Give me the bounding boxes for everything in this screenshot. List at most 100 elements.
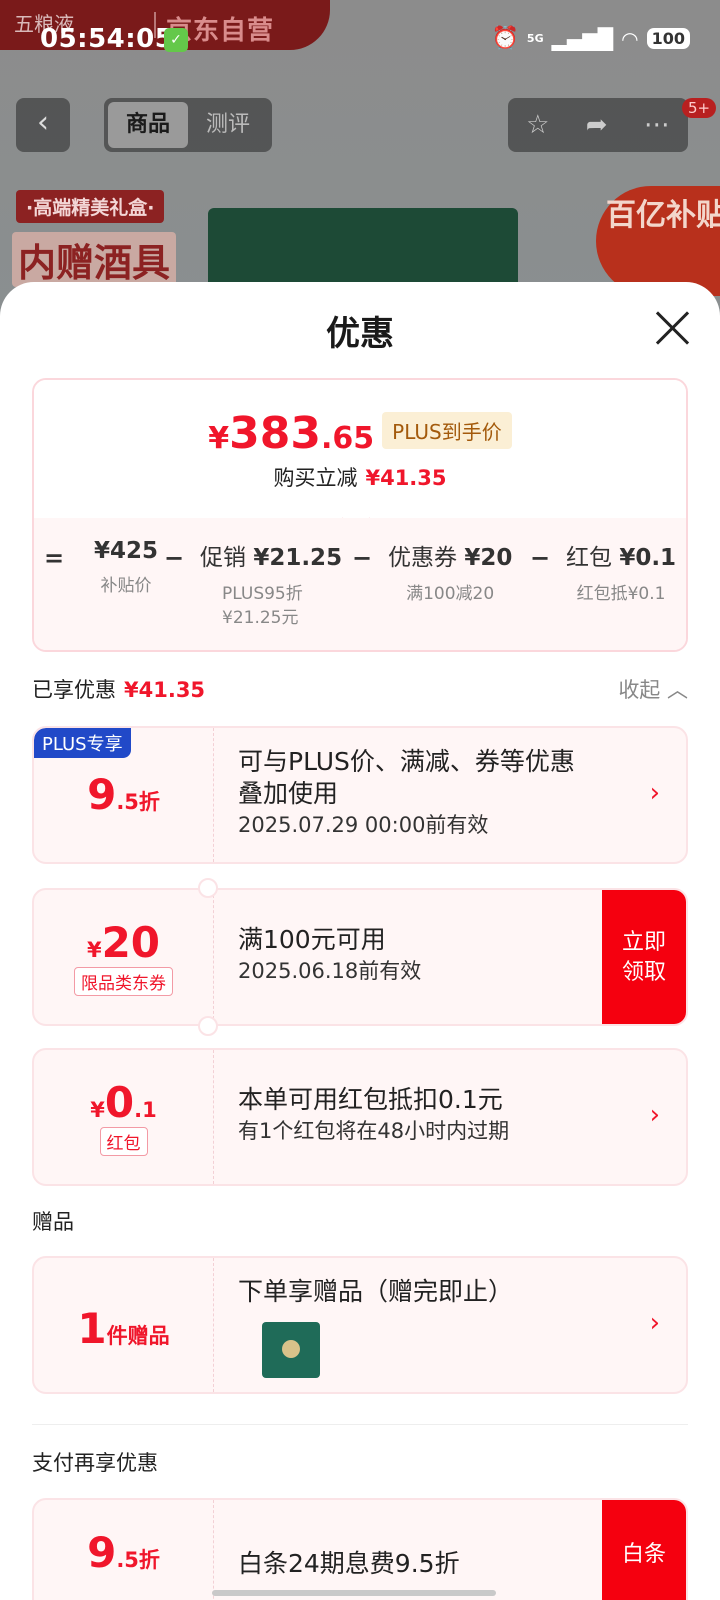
promotion-detail: PLUS95折 [222, 584, 303, 604]
gift-left: 1件赠品 [34, 1258, 214, 1392]
coupon-value: ¥20 [464, 545, 513, 571]
coupon-left: ¥20 限品类东券 [34, 890, 214, 1024]
shield-icon: ✓ [164, 28, 188, 52]
chevron-right-icon: › [649, 1100, 660, 1130]
subsidy-price-label: 补贴价 [100, 576, 152, 596]
final-price-row: ¥383.65 PLUS到手价 [34, 408, 686, 459]
plus-desc-line2: 叠加使用 [238, 779, 339, 808]
gift-count-unit: 件赠品 [106, 1324, 170, 1348]
gift-card[interactable]: 1件赠品 下单享赠品（赠完即止） › [32, 1256, 688, 1394]
tab-product[interactable]: 商品 [108, 102, 188, 148]
red-packet-big: 0 [104, 1078, 135, 1127]
collapse-label: 收起 [618, 678, 661, 702]
coupon-big: 20 [101, 918, 161, 967]
baitiao-button-label: 白条 [621, 1542, 666, 1567]
status-icons: ⏰ 5G ▂▄▆█ ◠ 100 [492, 26, 690, 51]
red-packet-amount: ¥0.1 [34, 1050, 213, 1127]
gift-bag-image [262, 1322, 320, 1378]
collapse-button[interactable]: 收起 ︿ [618, 674, 688, 704]
subsidy-price-value: ¥425 [93, 538, 158, 564]
coupon-label: 优惠券 [388, 545, 457, 571]
more-icon[interactable]: ⋯ [644, 110, 670, 140]
calc-promotion: 促销 ¥21.25 PLUS95折 ¥21.25元 [200, 538, 342, 630]
subsidy-badge: 百亿补贴 [596, 186, 720, 296]
close-icon[interactable] [652, 308, 692, 348]
share-icon[interactable]: ➦ [586, 110, 608, 140]
coupon-amount: ¥20 [34, 890, 213, 967]
status-bar: 05:54:05 ✓ ⏰ 5G ▂▄▆█ ◠ 100 [0, 20, 720, 60]
price-summary-card: ¥383.65 PLUS到手价 购买立减 ¥41.35 = ¥425 补贴价 − … [32, 378, 688, 652]
gift-desc: 下单享赠品（赠完即止） [238, 1277, 514, 1306]
red-packet-card[interactable]: ¥0.1 红包 本单可用红包抵扣0.1元 有1个红包将在48小时内过期 › [32, 1048, 688, 1186]
plus-price-tag: PLUS到手价 [382, 412, 512, 449]
promotion-detail-amount: ¥21.25元 [222, 608, 299, 628]
network-label: 5G [526, 32, 544, 45]
enjoyed-discount-header: 已享优惠 ¥41.35 收起 ︿ [32, 674, 688, 704]
discount-small: .5折 [116, 1548, 160, 1572]
currency-symbol: ¥ [208, 421, 230, 456]
calc-red-packet: 红包 ¥0.1 红包抵¥0.1 [566, 538, 676, 606]
claim-label-line2: 领取 [621, 960, 666, 985]
discount-big: 9 [87, 1528, 117, 1577]
price-decimal: .65 [321, 421, 375, 456]
baitiao-button[interactable]: 白条 [602, 1500, 686, 1600]
pay-section-label: 支付再享优惠 [32, 1424, 688, 1477]
chevron-right-icon: › [649, 1308, 660, 1338]
promotion-value: ¥21.25 [253, 545, 343, 571]
chevron-left-icon: ‹ [37, 105, 49, 140]
red-packet-label: 红包 [566, 545, 612, 571]
gift-headline: 内赠酒具 [12, 232, 177, 287]
tab-reviews[interactable]: 测评 [188, 102, 268, 148]
discount-big: 9 [87, 770, 117, 819]
currency-symbol: ¥ [90, 1098, 105, 1122]
minus-sign: − [352, 544, 373, 572]
gift-count: 1件赠品 [34, 1258, 213, 1353]
back-button[interactable]: ‹ [16, 98, 70, 152]
red-packet-detail: 本单可用红包抵扣0.1元 有1个红包将在48小时内过期 [238, 1050, 686, 1184]
reduction-amount: ¥41.35 [365, 466, 447, 490]
red-packet-value: ¥0.1 [619, 545, 677, 571]
red-packet-small: .1 [134, 1098, 157, 1122]
coupon-punch-bottom [198, 1016, 218, 1036]
gift-count-number: 1 [77, 1304, 107, 1353]
coupon-detail: 满100减20 [406, 584, 495, 604]
baitiao-card[interactable]: 9.5折 白条24期息费9.5折 白条 [32, 1498, 688, 1600]
equals-sign: = [44, 544, 65, 572]
plus-discount-card[interactable]: PLUS专享 9.5折 可与PLUS价、满减、券等优惠 叠加使用 2025.07… [32, 726, 688, 864]
plus-exclusive-badge: PLUS专享 [34, 728, 131, 758]
coupon-punch-top [198, 878, 218, 898]
chevron-right-icon: › [649, 778, 660, 808]
calc-coupon: 优惠券 ¥20 满100减20 [388, 538, 512, 606]
price-summary-top: ¥383.65 PLUS到手价 购买立减 ¥41.35 [34, 380, 686, 518]
battery-level: 100 [646, 28, 690, 49]
final-price: ¥383.65 [208, 408, 374, 459]
minus-sign: − [164, 544, 185, 572]
red-packet-left: ¥0.1 红包 [34, 1050, 214, 1184]
star-icon[interactable]: ☆ [526, 110, 549, 140]
wifi-icon: ◠ [621, 26, 639, 51]
enjoyed-amount: ¥41.35 [124, 678, 206, 702]
page-tabs: 商品 测评 [104, 98, 272, 152]
baitiao-left: 9.5折 [34, 1500, 214, 1600]
coupon-card: ¥20 限品类东券 满100元可用 2025.06.18前有效 立即 领取 [32, 888, 688, 1026]
sheet-title: 优惠 [326, 314, 394, 354]
red-packet-detail: 红包抵¥0.1 [576, 584, 666, 604]
home-indicator[interactable] [212, 1590, 496, 1596]
red-packet-tag: 红包 [99, 1127, 148, 1156]
clock: 05:54:05 [40, 24, 174, 54]
minus-sign: − [530, 544, 551, 572]
header-actions: ☆ ➦ ⋯ [508, 98, 688, 152]
red-packet-desc: 本单可用红包抵扣0.1元 [238, 1085, 503, 1114]
price-breakdown: = ¥425 补贴价 − 促销 ¥21.25 PLUS95折 ¥21.25元 − … [34, 518, 686, 650]
reduction-label: 购买立减 [273, 466, 358, 490]
alarm-icon: ⏰ [491, 26, 519, 51]
plus-valid-until: 2025.07.29 00:00前有效 [238, 813, 489, 837]
discount-sheet: 优惠 ¥383.65 PLUS到手价 购买立减 ¥41.35 = ¥425 补贴价 [0, 282, 720, 1600]
gift-box-tag: ·高端精美礼盒· [16, 190, 165, 223]
claim-coupon-button[interactable]: 立即 领取 [602, 890, 686, 1024]
message-badge: 5+ [682, 98, 717, 118]
calc-subsidy-price: ¥425 补贴价 [80, 538, 172, 598]
signal-icon: ▂▄▆█ [551, 26, 614, 51]
plus-discount-left: PLUS专享 9.5折 [34, 728, 214, 862]
price-integer: 383 [229, 408, 322, 459]
